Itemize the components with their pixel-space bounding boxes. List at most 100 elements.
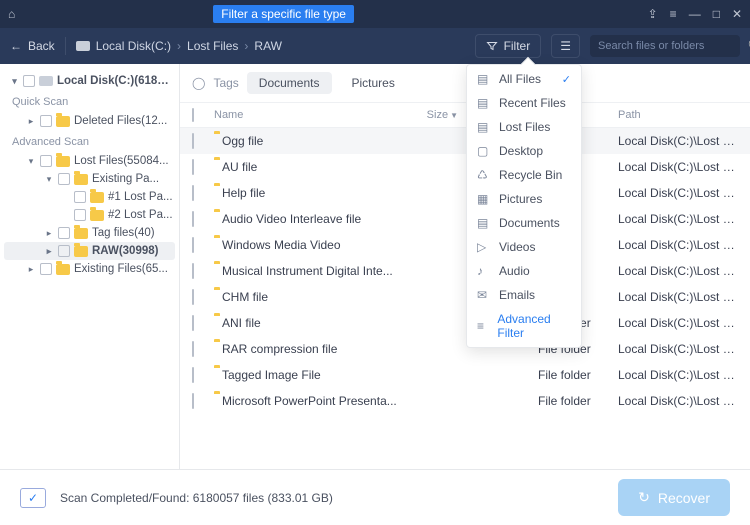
- col-path[interactable]: Path: [618, 109, 738, 121]
- tree-item[interactable]: ▸Deleted Files(12...: [4, 112, 175, 130]
- file-row[interactable]: Audio Video Interleave fileolderLocal Di…: [180, 206, 750, 232]
- tree-label: Local Disk(C:)(6180057): [57, 75, 173, 87]
- file-row[interactable]: Windows Media VideoolderLocal Disk(C:)\L…: [180, 232, 750, 258]
- breadcrumb-item[interactable]: Local Disk(C:): [96, 39, 171, 53]
- filter-option[interactable]: ▦Pictures: [467, 187, 581, 211]
- checkbox[interactable]: [192, 315, 194, 331]
- checkbox[interactable]: [192, 289, 194, 305]
- checkbox[interactable]: [192, 159, 194, 175]
- filter-option[interactable]: ▤Documents: [467, 211, 581, 235]
- filter-option[interactable]: ▢Desktop: [467, 139, 581, 163]
- file-row[interactable]: Ogg fileolderLocal Disk(C:)\Lost F...: [180, 128, 750, 154]
- file-row[interactable]: RAR compression fileFile folderLocal Dis…: [180, 336, 750, 362]
- tree-item[interactable]: ▸Tag files(40): [4, 224, 175, 242]
- col-name[interactable]: Name: [214, 109, 408, 121]
- close-icon[interactable]: ✕: [732, 7, 742, 21]
- checkbox[interactable]: [74, 191, 86, 203]
- folder-icon: [74, 246, 88, 257]
- option-label: Lost Files: [499, 120, 550, 134]
- scan-complete-icon: ✓: [20, 488, 46, 508]
- filter-option[interactable]: ▤Lost Files: [467, 115, 581, 139]
- expander-icon[interactable]: ▾: [26, 156, 36, 167]
- tree-item[interactable]: ▸RAW(30998): [4, 242, 175, 260]
- checkbox-all[interactable]: [192, 108, 194, 122]
- breadcrumb-item[interactable]: RAW: [254, 39, 282, 53]
- checkbox[interactable]: [192, 211, 194, 227]
- recover-button[interactable]: ↻ Recover: [618, 479, 730, 516]
- filter-label: Filter: [504, 39, 531, 53]
- collapse-icon[interactable]: ▾: [10, 76, 19, 87]
- tab-pictures[interactable]: Pictures: [340, 72, 407, 94]
- checkbox[interactable]: [40, 155, 52, 167]
- checkbox[interactable]: [40, 115, 52, 127]
- folder-icon: [56, 156, 70, 167]
- file-path: Local Disk(C:)\Lost F...: [618, 134, 738, 148]
- checkbox[interactable]: [192, 133, 194, 149]
- minimize-icon[interactable]: —: [689, 7, 701, 21]
- file-row[interactable]: CHM fileolderLocal Disk(C:)\Lost F...: [180, 284, 750, 310]
- checkbox[interactable]: [58, 173, 70, 185]
- filter-option[interactable]: ♺Recycle Bin: [467, 163, 581, 187]
- sort-desc-icon: ▼: [450, 111, 458, 120]
- tree-item[interactable]: #1 Lost Pa...: [4, 188, 175, 206]
- tree-item[interactable]: ▾Lost Files(55084...: [4, 152, 175, 170]
- view-toggle[interactable]: ☰: [551, 34, 580, 58]
- filter-option[interactable]: ▤Recent Files: [467, 91, 581, 115]
- checkbox[interactable]: [192, 341, 194, 357]
- filter-option[interactable]: ♪Audio: [467, 259, 581, 283]
- checkbox[interactable]: [192, 393, 194, 409]
- file-name: Musical Instrument Digital Inte...: [214, 264, 408, 278]
- checkbox[interactable]: [192, 185, 194, 201]
- section-advanced-scan: Advanced Scan: [4, 130, 175, 152]
- checkbox[interactable]: [40, 263, 52, 275]
- file-row[interactable]: AU fileolderLocal Disk(C:)\Lost F...: [180, 154, 750, 180]
- filter-option[interactable]: ▤All Files✓: [467, 67, 581, 91]
- checkbox[interactable]: [192, 263, 194, 279]
- checkbox[interactable]: [74, 209, 86, 221]
- option-label: Recycle Bin: [499, 168, 562, 182]
- file-name: Ogg file: [214, 134, 408, 148]
- search-box[interactable]: 🔍: [590, 35, 740, 57]
- tree-label: #2 Lost Pa...: [108, 209, 173, 221]
- file-path: Local Disk(C:)\Lost F...: [618, 394, 738, 408]
- file-row[interactable]: Help fileolderLocal Disk(C:)\Lost F...: [180, 180, 750, 206]
- file-row[interactable]: Tagged Image FileFile folderLocal Disk(C…: [180, 362, 750, 388]
- chevron-right-icon: ›: [177, 39, 181, 53]
- option-icon: ▤: [477, 72, 491, 86]
- maximize-icon[interactable]: □: [713, 7, 720, 21]
- expander-icon[interactable]: ▸: [26, 264, 36, 275]
- home-icon[interactable]: ⌂: [8, 7, 15, 21]
- expander-icon[interactable]: ▸: [44, 246, 54, 257]
- checkbox[interactable]: [192, 367, 194, 383]
- checkbox[interactable]: [23, 75, 35, 87]
- expander-icon[interactable]: ▸: [26, 116, 36, 127]
- drive-icon: [39, 76, 53, 86]
- filter-option[interactable]: ▷Videos: [467, 235, 581, 259]
- search-input[interactable]: [598, 40, 740, 52]
- tab-documents[interactable]: Documents: [247, 72, 332, 94]
- tree-root[interactable]: ▾ Local Disk(C:)(6180057): [4, 72, 175, 90]
- filter-tooltip: Filter a specific file type: [213, 5, 354, 23]
- share-icon[interactable]: ⇪: [648, 7, 658, 21]
- filter-option[interactable]: ≡Advanced Filter: [467, 307, 581, 345]
- filter-option[interactable]: ✉Emails: [467, 283, 581, 307]
- filter-button[interactable]: Filter: [475, 34, 542, 58]
- back-button[interactable]: ← Back: [10, 39, 55, 53]
- file-row[interactable]: Musical Instrument Digital Inte...olderL…: [180, 258, 750, 284]
- tag-icon: ◯: [192, 76, 205, 90]
- checkbox[interactable]: [58, 245, 70, 257]
- menu-icon[interactable]: ≡: [670, 7, 677, 21]
- tree-item[interactable]: ▸Existing Files(65...: [4, 260, 175, 278]
- breadcrumb-item[interactable]: Lost Files: [187, 39, 238, 53]
- file-row[interactable]: ANI fileFile folderLocal Disk(C:)\Lost F…: [180, 310, 750, 336]
- checkbox[interactable]: [192, 237, 194, 253]
- expander-icon[interactable]: ▾: [44, 174, 54, 185]
- file-name: Windows Media Video: [214, 238, 408, 252]
- col-size[interactable]: Size: [427, 109, 448, 121]
- file-row[interactable]: Microsoft PowerPoint Presenta...File fol…: [180, 388, 750, 414]
- tree-item[interactable]: ▾Existing Pa...: [4, 170, 175, 188]
- breadcrumb[interactable]: Local Disk(C:) › Lost Files › RAW: [76, 39, 465, 53]
- checkbox[interactable]: [58, 227, 70, 239]
- expander-icon[interactable]: ▸: [44, 228, 54, 239]
- tree-item[interactable]: #2 Lost Pa...: [4, 206, 175, 224]
